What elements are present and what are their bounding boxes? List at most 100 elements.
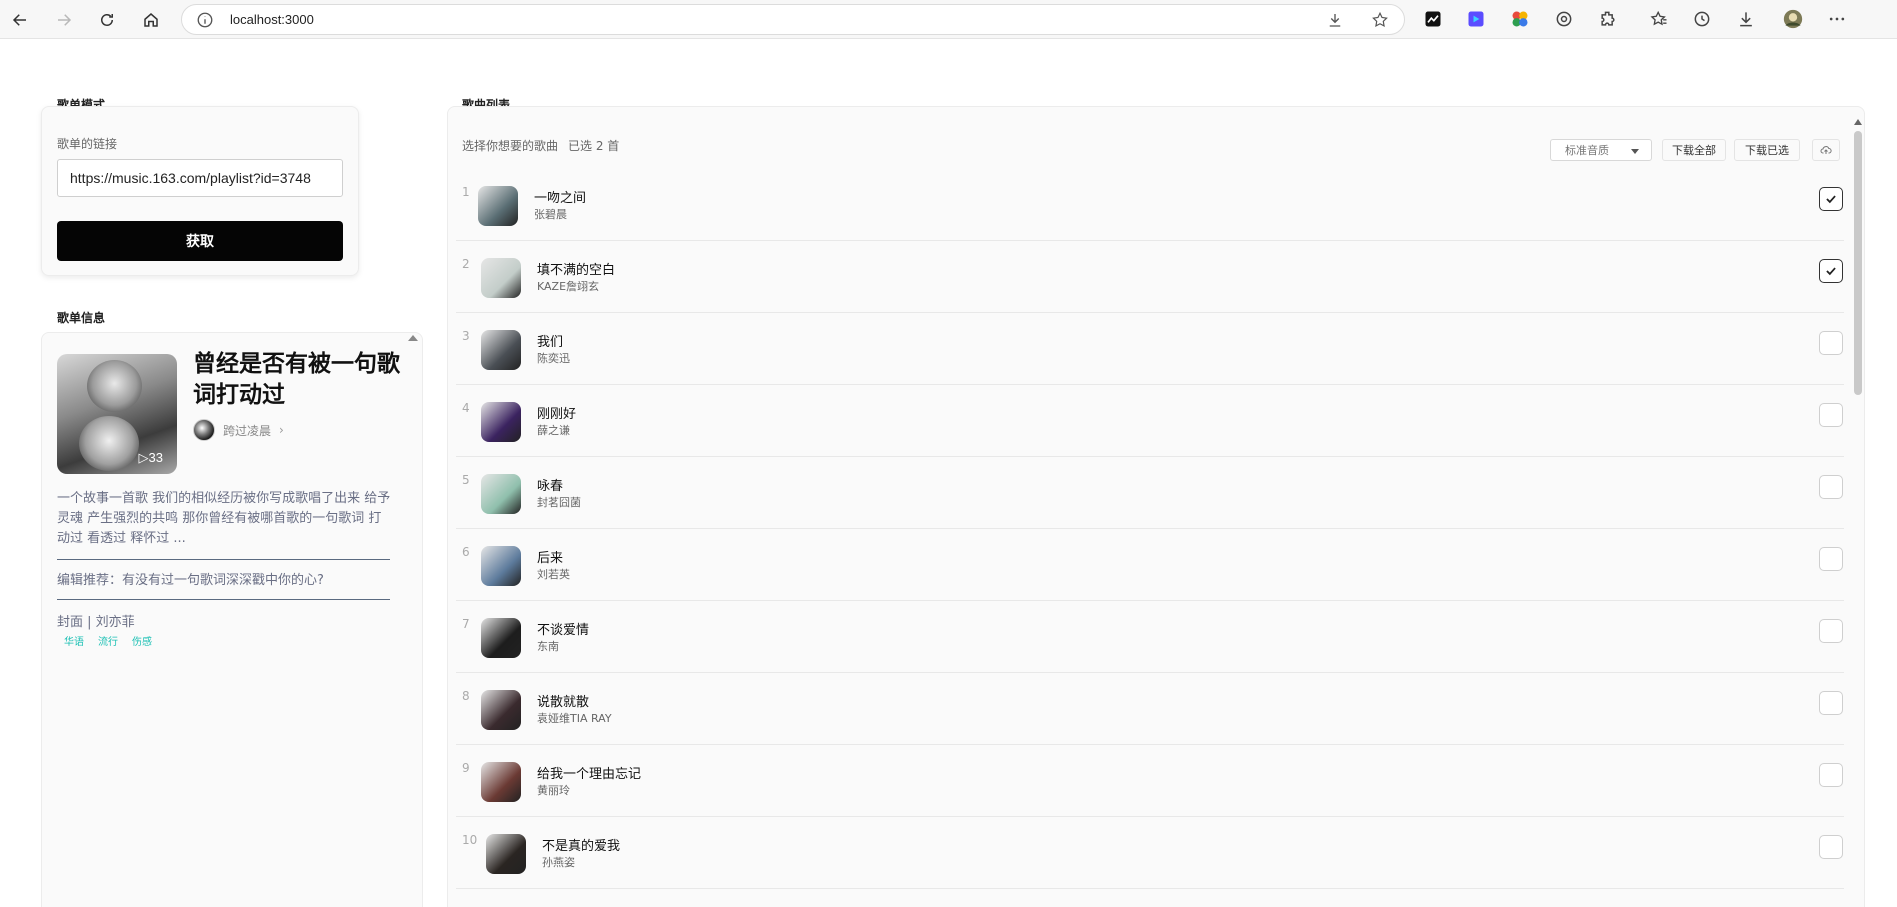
address-url[interactable]: localhost:3000	[230, 12, 314, 27]
song-title: 咏春	[537, 479, 564, 494]
more-menu-button[interactable]	[1826, 8, 1848, 30]
song-thumbnail	[481, 258, 521, 298]
song-checkbox[interactable]	[1819, 763, 1843, 787]
song-row[interactable]: 10 不是真的爱我 孙燕姿	[456, 817, 1844, 889]
play-icon: ▷	[138, 450, 149, 465]
song-checkbox[interactable]	[1819, 187, 1843, 211]
chevron-right-icon[interactable]: ›	[279, 423, 284, 437]
divider	[57, 599, 390, 600]
song-title: 一吻之间	[534, 191, 587, 206]
scroll-up-arrow-icon[interactable]	[1854, 119, 1862, 125]
extensions-puzzle-icon[interactable]	[1597, 8, 1619, 30]
download-icon	[1740, 12, 1752, 27]
song-row[interactable]: 7 不谈爱情 东南	[456, 601, 1844, 673]
song-artist: 孙燕姿	[542, 856, 575, 869]
history-clock-icon	[1694, 11, 1710, 27]
star-icon[interactable]	[1371, 11, 1389, 29]
song-row[interactable]: 9 给我一个理由忘记 黄丽玲	[456, 745, 1844, 817]
tag[interactable]: 流行	[98, 633, 118, 648]
song-thumbnail	[481, 762, 521, 802]
song-list-scrollbar[interactable]	[1854, 119, 1862, 907]
song-checkbox[interactable]	[1819, 475, 1843, 499]
home-icon	[144, 13, 158, 27]
song-checkbox[interactable]	[1819, 403, 1843, 427]
song-number: 10	[462, 833, 478, 847]
selected-count: 已选 2 首	[568, 139, 620, 153]
song-number: 3	[462, 329, 470, 343]
history-button[interactable]	[1691, 8, 1713, 30]
song-number: 5	[462, 473, 470, 487]
scroll-up-arrow-icon[interactable]	[408, 335, 418, 341]
song-title: 填不满的空白	[537, 263, 616, 278]
forward-button[interactable]	[50, 6, 78, 34]
address-bar[interactable]: localhost:3000	[181, 4, 1405, 35]
tag[interactable]: 华语	[64, 633, 84, 648]
info-icon[interactable]	[196, 11, 214, 29]
profile-avatar[interactable]	[1780, 6, 1806, 32]
extension-chart-icon[interactable]	[1422, 8, 1444, 30]
favorites-button[interactable]	[1648, 8, 1670, 30]
cover-photo-bottom	[79, 416, 139, 471]
song-title: 不谈爱情	[537, 623, 590, 638]
song-number: 6	[462, 545, 470, 559]
song-row[interactable]: 1 一吻之间 张碧晨	[456, 169, 1844, 241]
extension-video-icon[interactable]	[1465, 8, 1487, 30]
song-thumbnail	[486, 834, 526, 874]
browser-toolbar: localhost:3000	[0, 0, 1897, 39]
selection-summary: 选择你想要的歌曲 已选 2 首	[462, 137, 619, 154]
creator-avatar[interactable]	[193, 419, 215, 441]
scrollbar-thumb[interactable]	[1854, 131, 1862, 395]
song-row[interactable]: 2 填不满的空白 KAZE詹翊玄	[456, 241, 1844, 313]
creator-link[interactable]: 跨过凌晨 ›	[193, 418, 284, 442]
colorful-extension-icon	[1512, 11, 1528, 27]
fetch-button[interactable]: 获取	[57, 221, 343, 261]
play-count: ▷33	[139, 450, 163, 466]
song-artist: 张碧晨	[534, 208, 567, 221]
song-artist: 东南	[537, 640, 559, 653]
downloads-button[interactable]	[1735, 8, 1757, 30]
download-all-button[interactable]: 下载全部	[1662, 139, 1726, 161]
song-row[interactable]: 4 刚刚好 薛之谦	[456, 385, 1844, 457]
song-row[interactable]: 5 咏春封茗囧菌	[456, 457, 1844, 529]
song-artist: 黄丽玲	[537, 784, 570, 797]
cloud-upload-icon	[1820, 146, 1832, 154]
song-row[interactable]: 8 说散就散 袁娅维TIA RAY	[456, 673, 1844, 745]
playlist-link-input[interactable]	[57, 159, 343, 197]
cover-photo-top	[87, 360, 142, 412]
song-title: 说散就散	[537, 695, 590, 710]
song-row[interactable]: 6 后来 刘若英	[456, 529, 1844, 601]
tag[interactable]: 伤感	[132, 633, 152, 648]
song-checkbox[interactable]	[1819, 691, 1843, 715]
song-artist: KAZE詹翊玄	[537, 280, 600, 293]
extension-colorful-icon[interactable]	[1509, 8, 1531, 30]
song-thumbnail	[481, 474, 521, 514]
song-checkbox[interactable]	[1819, 547, 1843, 571]
creator-name[interactable]: 跨过凌晨	[223, 422, 271, 439]
caret-down-icon	[1631, 149, 1639, 154]
puzzle-icon	[1601, 11, 1615, 26]
editor-recommendation: 编辑推荐：有没有过一句歌词深深戳中你的心?	[57, 573, 324, 588]
song-artist: 陈奕迅	[537, 352, 570, 365]
playlist-tags: 华语 流行 伤感	[64, 633, 152, 648]
song-title: 给我一个理由忘记	[537, 767, 642, 782]
song-thumbnail	[481, 402, 521, 442]
song-row[interactable]: 3 我们 陈奕迅	[456, 313, 1844, 385]
song-artist: 封茗囧菌	[537, 496, 581, 509]
extension-shield-icon[interactable]	[1553, 8, 1575, 30]
song-checkbox[interactable]	[1819, 619, 1843, 643]
song-checkbox[interactable]	[1819, 331, 1843, 355]
install-app-icon[interactable]	[1326, 11, 1344, 29]
song-checkbox[interactable]	[1819, 835, 1843, 859]
profile-avatar-icon	[1783, 9, 1803, 29]
quality-select[interactable]: 标准音质	[1550, 139, 1652, 161]
reload-button[interactable]	[93, 6, 121, 34]
upload-cloud-button[interactable]	[1812, 139, 1840, 161]
link-label: 歌单的链接	[57, 137, 118, 151]
video-extension-icon	[1468, 11, 1484, 27]
song-checkbox[interactable]	[1819, 259, 1843, 283]
home-button[interactable]	[137, 6, 165, 34]
back-button[interactable]	[6, 6, 34, 34]
arrow-right-icon	[58, 14, 72, 26]
song-number: 9	[462, 761, 470, 775]
download-selected-button[interactable]: 下载已选	[1734, 139, 1800, 161]
